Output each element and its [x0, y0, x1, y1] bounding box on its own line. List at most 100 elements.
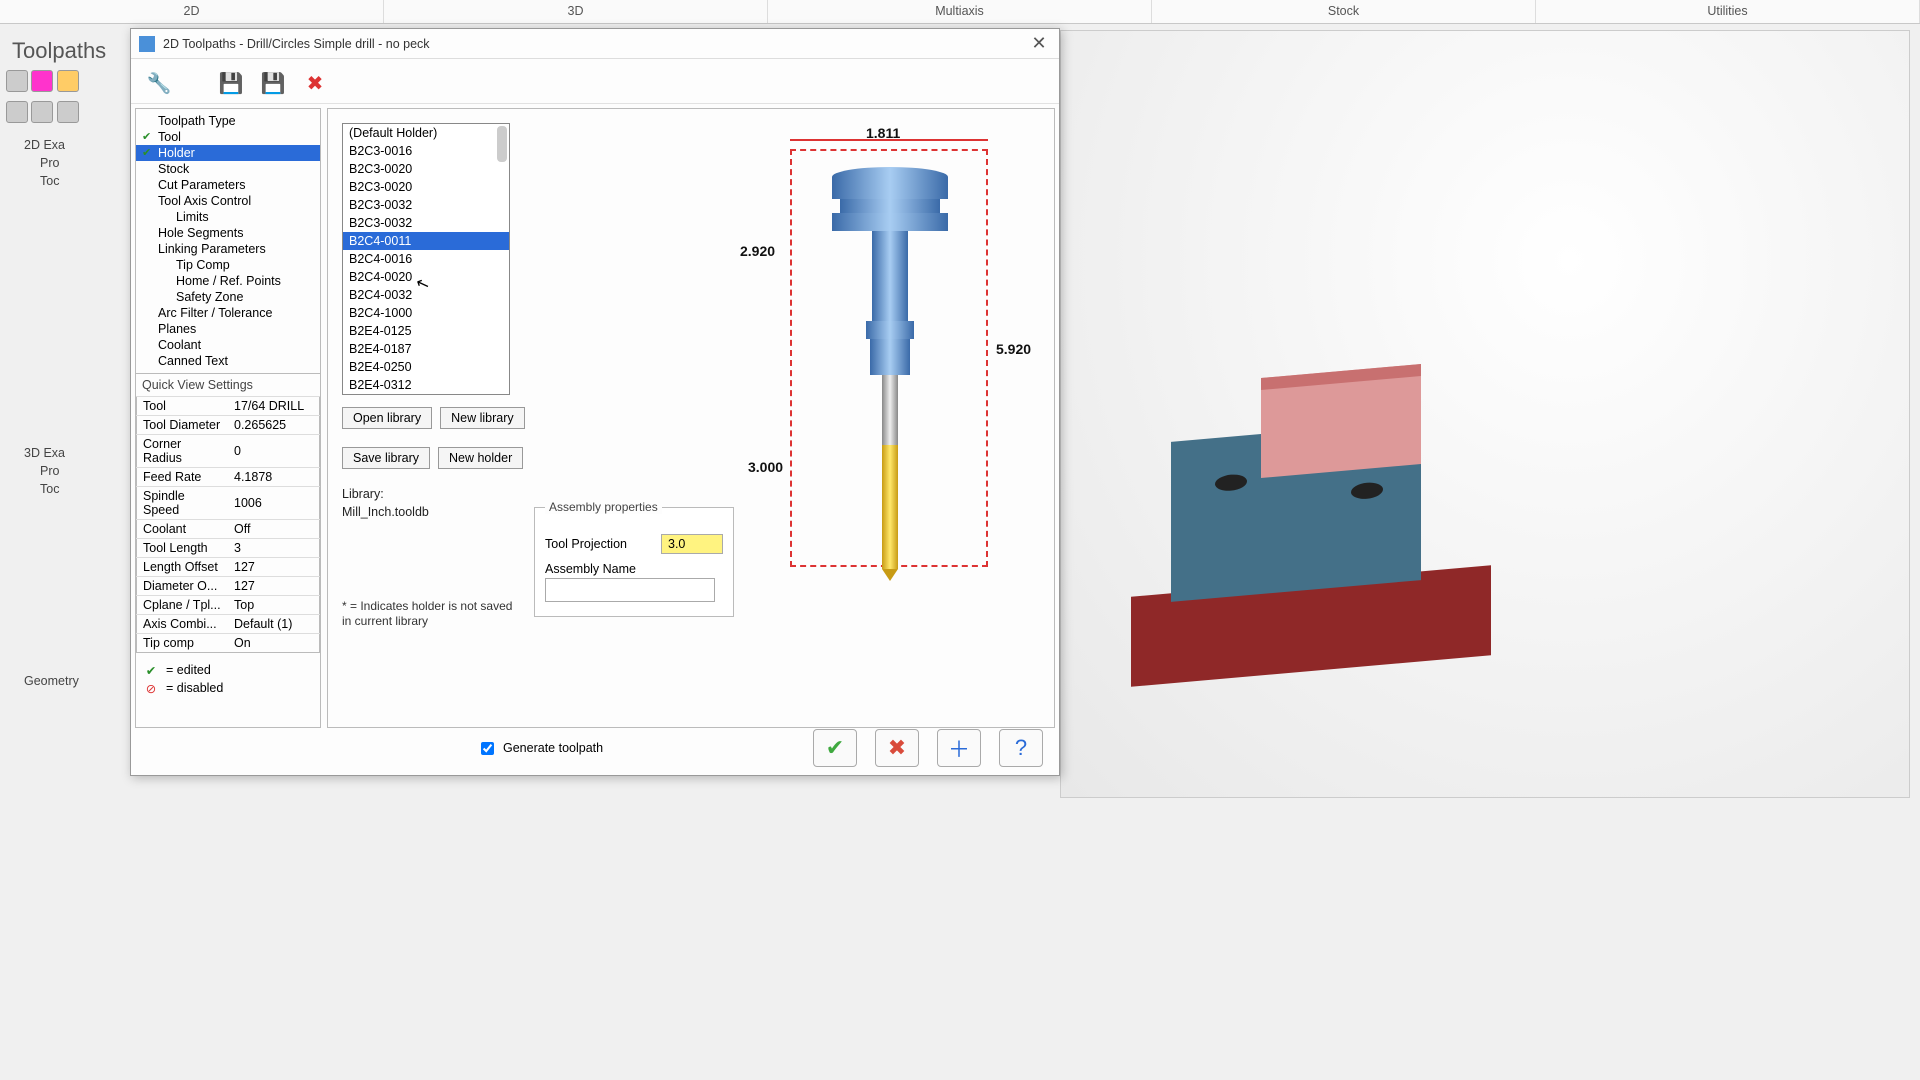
assembly-name-input[interactable] [545, 578, 715, 602]
dialog-title: 2D Toolpaths - Drill/Circles Simple dril… [163, 37, 1027, 51]
dialog-footer: Generate toolpath ✔ ✖ ＋ ? [147, 729, 1043, 767]
dialog-2d-toolpaths: 2D Toolpaths - Drill/Circles Simple dril… [130, 28, 1060, 776]
scrollbar[interactable] [497, 126, 507, 162]
param-tree-item[interactable]: Coolant [136, 337, 320, 353]
tree-item-geometry[interactable]: Geometry [24, 674, 126, 688]
holder-list-item[interactable]: B2C3-0020 [343, 178, 509, 196]
holder-list-item[interactable]: B2E4-0187 [343, 340, 509, 358]
ghost-icon[interactable] [57, 101, 79, 123]
open-library-button[interactable]: Open library [342, 407, 432, 429]
param-tree-item[interactable]: Safety Zone [136, 289, 320, 305]
library-note: * = Indicates holder is not saved in cur… [342, 599, 522, 629]
holder-list-item[interactable]: B2E4-0125 [343, 322, 509, 340]
ok-button[interactable]: ✔ [813, 729, 857, 767]
quick-view-row: Corner Radius0 [137, 435, 320, 468]
ribbon-tab-2d[interactable]: 2D [0, 0, 384, 23]
holder-list-item[interactable]: B2C4-0011 [343, 232, 509, 250]
quick-view-row: Tool Length3 [137, 539, 320, 558]
check-icon: ✔ [144, 663, 158, 677]
param-tree-item[interactable]: Holder [136, 145, 320, 161]
quick-view-header: Quick View Settings [136, 374, 320, 396]
cancel-button[interactable]: ✖ [875, 729, 919, 767]
tree-item[interactable]: Toc [24, 174, 126, 188]
generate-toolpath-label: Generate toolpath [503, 741, 603, 755]
tree-item[interactable]: 2D Exa [24, 138, 126, 152]
param-tree-item[interactable]: Hole Segments [136, 225, 320, 241]
holder-list-item[interactable]: B2E4-0250 [343, 358, 509, 376]
wave-icon[interactable] [31, 101, 53, 123]
ribbon-tab-3d[interactable]: 3D [384, 0, 768, 23]
holder-list-item[interactable]: B2C4-1000 [343, 304, 509, 322]
panel-title-toolpaths: Toolpaths [6, 28, 126, 70]
dim-holder-height: 2.920 [740, 243, 775, 259]
holder-list-item[interactable]: (Default Holder) [343, 124, 509, 142]
holder-list-item[interactable]: B2C3-0032 [343, 196, 509, 214]
save-as-icon[interactable]: 💾 [259, 69, 287, 97]
disabled-icon: ⊘ [144, 681, 158, 695]
quick-view-row: Tip compOn [137, 634, 320, 653]
dialog-toolbar: 🔧 💾 💾 ✖ [131, 59, 1059, 104]
delete-icon[interactable] [31, 70, 53, 92]
ribbon-tab-utilities[interactable]: Utilities [1536, 0, 1920, 23]
param-tree-item[interactable]: Planes [136, 321, 320, 337]
close-button[interactable]: ✕ [1027, 33, 1051, 54]
viewport-3d[interactable] [1060, 30, 1910, 798]
tree-item[interactable]: 3D Exa [24, 446, 126, 460]
lock-icon[interactable] [6, 101, 28, 123]
param-tree-item[interactable]: Home / Ref. Points [136, 273, 320, 289]
tool-projection-input[interactable] [661, 534, 723, 554]
save-library-button[interactable]: Save library [342, 447, 430, 469]
holder-list-item[interactable]: B2C4-0016 [343, 250, 509, 268]
legend-edited: = edited [166, 663, 211, 677]
ops-tree[interactable]: 2D Exa Pro Toc 3D Exa Pro Toc Geometry [6, 138, 126, 688]
generate-toolpath-checkbox[interactable]: Generate toolpath [477, 739, 603, 758]
param-tree-item[interactable]: Tool Axis Control [136, 193, 320, 209]
quick-view-row: Tool17/64 DRILL [137, 397, 320, 416]
tree-item[interactable]: Pro [24, 464, 126, 478]
dim-total-height: 5.920 [996, 341, 1031, 357]
quick-view-row: Diameter O...127 [137, 577, 320, 596]
content-panel: (Default Holder)B2C3-0016B2C3-0020B2C3-0… [327, 108, 1055, 728]
legend-disabled: = disabled [166, 681, 223, 695]
param-tree-item[interactable]: Tool [136, 129, 320, 145]
quick-view-row: Tool Diameter0.265625 [137, 416, 320, 435]
param-tree-item[interactable]: Toolpath Type [136, 113, 320, 129]
param-tree-item[interactable]: Cut Parameters [136, 177, 320, 193]
tool-projection-label: Tool Projection [545, 537, 627, 551]
dim-tool-height: 3.000 [748, 459, 783, 475]
holder-list-item[interactable]: B2C3-0020 [343, 160, 509, 178]
delete-icon[interactable]: ✖ [301, 69, 329, 97]
param-tree-item[interactable]: Limits [136, 209, 320, 225]
param-tree-item[interactable]: Canned Text [136, 353, 320, 369]
tree-item[interactable]: Toc [24, 482, 126, 496]
app-icon [139, 36, 155, 52]
tree-item[interactable]: Pro [24, 156, 126, 170]
assembly-properties: Assembly properties Tool Projection Asse… [534, 507, 734, 617]
param-tree-item[interactable]: Stock [136, 161, 320, 177]
library-label: Library: [342, 487, 384, 501]
generate-toolpath-input[interactable] [481, 742, 494, 755]
tool-icon[interactable]: 🔧 [145, 69, 173, 97]
help-button[interactable]: ? [999, 729, 1043, 767]
param-tree[interactable]: Toolpath TypeToolHolderStockCut Paramete… [136, 109, 320, 374]
new-library-button[interactable]: New library [440, 407, 525, 429]
ribbon-tab-multiaxis[interactable]: Multiaxis [768, 0, 1152, 23]
arrow-icon[interactable] [6, 70, 28, 92]
assembly-name-label: Assembly Name [545, 562, 723, 576]
param-tree-item[interactable]: Linking Parameters [136, 241, 320, 257]
new-holder-button[interactable]: New holder [438, 447, 523, 469]
param-tree-item[interactable]: Tip Comp [136, 257, 320, 273]
holder-list-item[interactable]: B2C3-0016 [343, 142, 509, 160]
add-button[interactable]: ＋ [937, 729, 981, 767]
param-tree-item[interactable]: Arc Filter / Tolerance [136, 305, 320, 321]
dim-width: 1.811 [866, 125, 900, 141]
ribbon-tab-stock[interactable]: Stock [1152, 0, 1536, 23]
save-icon[interactable]: 💾 [217, 69, 245, 97]
run-icon[interactable] [57, 70, 79, 92]
quick-view-table: Tool17/64 DRILLTool Diameter0.265625Corn… [136, 396, 320, 653]
holder-list-item[interactable]: B2C3-0032 [343, 214, 509, 232]
holder-list[interactable]: (Default Holder)B2C3-0016B2C3-0020B2C3-0… [342, 123, 510, 395]
holder-list-item[interactable]: B2E4-0312 [343, 376, 509, 394]
title-bar: 2D Toolpaths - Drill/Circles Simple dril… [131, 29, 1059, 59]
ribbon-tabs: 2D 3D Multiaxis Stock Utilities [0, 0, 1920, 24]
